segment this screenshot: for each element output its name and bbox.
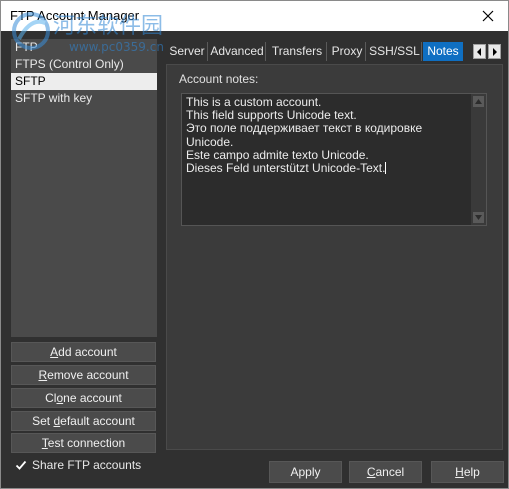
share-label: Share FTP accounts [32,458,142,472]
label-pre: Set [32,414,54,428]
checkbox-box[interactable] [15,459,27,471]
tab-scroll-left-button[interactable] [473,44,486,59]
close-button[interactable] [468,1,508,31]
ftp-account-manager-window: FTP Account Manager FTP FTPS (Control On… [0,0,509,489]
checkmark-icon [15,460,27,470]
account-notes-text[interactable]: This is a custom account. This field sup… [186,95,471,176]
label-post: emove account [47,368,129,382]
label-post: ne account [63,391,122,405]
clone-account-button[interactable]: Clone account [11,388,156,408]
arrow-up-icon [475,99,482,104]
account-item-ftps[interactable]: FTPS (Control Only) [11,56,157,73]
account-list[interactable]: FTP FTPS (Control Only) SFTP SFTP with k… [11,39,157,337]
tab-transfers[interactable]: Transfers [268,42,327,61]
label-accel: H [455,465,464,479]
arrow-down-icon [475,215,482,220]
text-caret [385,162,387,175]
notes-scrollbar[interactable] [471,94,486,225]
label-post: ancel [375,465,405,479]
arrow-right-icon [493,47,497,56]
remove-account-button[interactable]: Remove account [11,365,156,385]
label-post: est connection [47,436,126,450]
tab-ssh-ssl[interactable]: SSH/SSL [368,42,422,61]
account-item-ftp[interactable]: FTP [11,39,157,56]
label-post: dd account [58,345,117,359]
arrow-left-icon [477,47,481,56]
cancel-button[interactable]: Cancel [349,461,422,483]
account-notes-textarea[interactable]: This is a custom account. This field sup… [181,93,487,226]
label-accel: R [38,368,48,382]
title-bar: FTP Account Manager [1,1,508,31]
tab-proxy[interactable]: Proxy [329,42,366,61]
client-area: FTP FTPS (Control Only) SFTP SFTP with k… [1,31,508,488]
tab-strip: Server Advanced Transfers Proxy SSH/SSL … [167,42,507,62]
tab-advanced[interactable]: Advanced [209,42,266,61]
scroll-up-button[interactable] [473,96,484,107]
notes-content: This is a custom account. This field sup… [186,95,423,176]
account-item-sftp[interactable]: SFTP [11,73,157,90]
window-title: FTP Account Manager [10,8,140,23]
account-notes-label: Account notes: [179,72,259,86]
help-button[interactable]: Help [431,461,504,483]
set-default-account-button[interactable]: Set default account [11,411,156,431]
scroll-down-button[interactable] [473,212,484,223]
label-pre: Cl [45,391,57,405]
label-post: efault account [60,414,135,428]
account-item-sftp-with-key[interactable]: SFTP with key [11,90,157,107]
label-accel: A [50,345,59,359]
tab-notes[interactable]: Notes [423,42,463,61]
apply-button[interactable]: Apply [269,461,342,483]
test-connection-button[interactable]: Test connection [11,433,156,453]
label-post: elp [463,465,480,479]
close-icon [482,10,494,22]
tab-scroll-right-button[interactable] [488,44,501,59]
share-ftp-accounts-checkbox[interactable]: Share FTP accounts [15,458,141,472]
tab-server[interactable]: Server [167,42,208,61]
notes-panel: Account notes: This is a custom account.… [166,64,503,450]
add-account-button[interactable]: Add account [11,342,156,362]
